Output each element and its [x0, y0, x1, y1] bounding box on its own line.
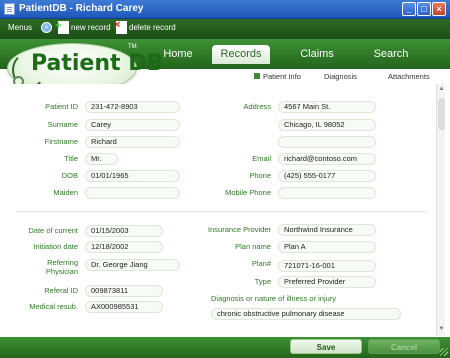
email-field[interactable]: richard@contoso.com: [278, 153, 376, 165]
type-label: Type: [254, 277, 271, 286]
menus-button[interactable]: Menus: [8, 23, 32, 32]
referral-id-label: Referal ID: [44, 286, 78, 295]
subtab-patient-info[interactable]: Patient Info: [263, 72, 301, 81]
diagnosis-label: Diagnosis or nature of illness or injury: [211, 294, 337, 303]
email-label: Email: [252, 154, 271, 163]
scroll-down-arrow-icon[interactable]: ▼: [438, 326, 445, 333]
menu-arrow-icon[interactable]: »: [41, 22, 52, 33]
firstname-label: Firstname: [44, 137, 78, 146]
plan-name-field[interactable]: Plan A: [278, 241, 376, 253]
delete-record-button[interactable]: delete record: [129, 23, 176, 32]
address-label: Address: [243, 102, 271, 111]
save-button[interactable]: Save: [290, 339, 362, 354]
tab-records[interactable]: Records: [212, 45, 270, 64]
surname-label: Surname: [47, 120, 78, 129]
new-record-button[interactable]: new record: [71, 23, 111, 32]
dob-field[interactable]: 01/01/1965: [85, 170, 180, 182]
section-divider: [16, 211, 426, 212]
initiation-date-label: Initiation date: [33, 242, 78, 251]
medical-resub-label: Medical resub.: [29, 302, 78, 311]
logo-text: Patient DB: [31, 51, 164, 76]
window-titlebar: PatientDB - Richard Carey _ □ ×: [0, 0, 450, 19]
plan-number-field[interactable]: 721071-16-001: [278, 260, 376, 272]
logo-trademark: TM: [128, 44, 137, 50]
plan-name-label: Plan name: [235, 242, 271, 251]
patient-record-form: Patient ID 231-472-8903 Surname Carey Fi…: [6, 84, 434, 336]
firstname-field[interactable]: Richard: [85, 136, 180, 148]
delete-document-icon[interactable]: [114, 19, 127, 34]
surname-field[interactable]: Carey: [85, 119, 180, 131]
referring-physician-field[interactable]: Dr. George Jiang: [85, 259, 180, 271]
maiden-label: Maiden: [53, 188, 78, 197]
vertical-scrollbar[interactable]: ▲ ▼: [436, 84, 445, 336]
patient-id-label: Patient ID: [45, 102, 78, 111]
close-button[interactable]: ×: [432, 2, 446, 16]
maximize-button[interactable]: □: [417, 2, 431, 16]
insurance-provider-label: Insurance Provider: [208, 225, 271, 234]
scroll-up-arrow-icon[interactable]: ▲: [438, 86, 445, 93]
mobile-phone-label: Mobile Phone: [225, 188, 271, 197]
new-document-icon[interactable]: [55, 20, 69, 34]
diagnosis-field[interactable]: chronic obstructive pulmonary disease: [211, 308, 401, 320]
type-field[interactable]: Preferred Provider: [278, 276, 376, 288]
phone-label: Phone: [249, 171, 271, 180]
tab-search[interactable]: Search: [356, 45, 426, 64]
window-title: PatientDB - Richard Carey: [19, 3, 144, 14]
initiation-date-field[interactable]: 12/18/2002: [85, 241, 163, 253]
resize-grip-icon[interactable]: [440, 348, 448, 356]
referring-physician-label: Referring Physician: [45, 258, 78, 276]
address-line3-field[interactable]: [278, 136, 376, 148]
insurance-provider-field[interactable]: Northwind Insurance: [278, 224, 376, 236]
medical-resub-field[interactable]: AX000985531: [85, 301, 163, 313]
subtab-diagnosis[interactable]: Diagnosis: [324, 72, 357, 81]
toolbar: Menus » new record delete record: [0, 19, 450, 39]
address-line1-field[interactable]: 4567 Main St.: [278, 101, 376, 113]
mobile-phone-field[interactable]: [278, 187, 376, 199]
phone-field[interactable]: (425) 555-0177: [278, 170, 376, 182]
scroll-thumb[interactable]: [438, 98, 445, 130]
date-of-current-label: Date of current: [28, 226, 78, 235]
referral-id-field[interactable]: 009873811: [85, 285, 163, 297]
minimize-button[interactable]: _: [402, 2, 416, 16]
tab-claims[interactable]: Claims: [282, 45, 352, 64]
title-field[interactable]: Mr.: [85, 153, 118, 165]
document-icon: [4, 3, 15, 15]
cancel-button[interactable]: Cancel: [368, 339, 440, 354]
title-label: Title: [64, 154, 78, 163]
date-of-current-field[interactable]: 01/15/2003: [85, 225, 163, 237]
subtab-attachments[interactable]: Attachments: [388, 72, 430, 81]
plan-number-label: Plan#: [251, 259, 271, 268]
address-line2-field[interactable]: Chicago, IL 98052: [278, 119, 376, 131]
patient-id-field[interactable]: 231-472-8903: [85, 101, 180, 113]
active-subtab-marker: [254, 73, 260, 79]
maiden-field[interactable]: [85, 187, 180, 199]
dob-label: DOB: [61, 171, 78, 180]
